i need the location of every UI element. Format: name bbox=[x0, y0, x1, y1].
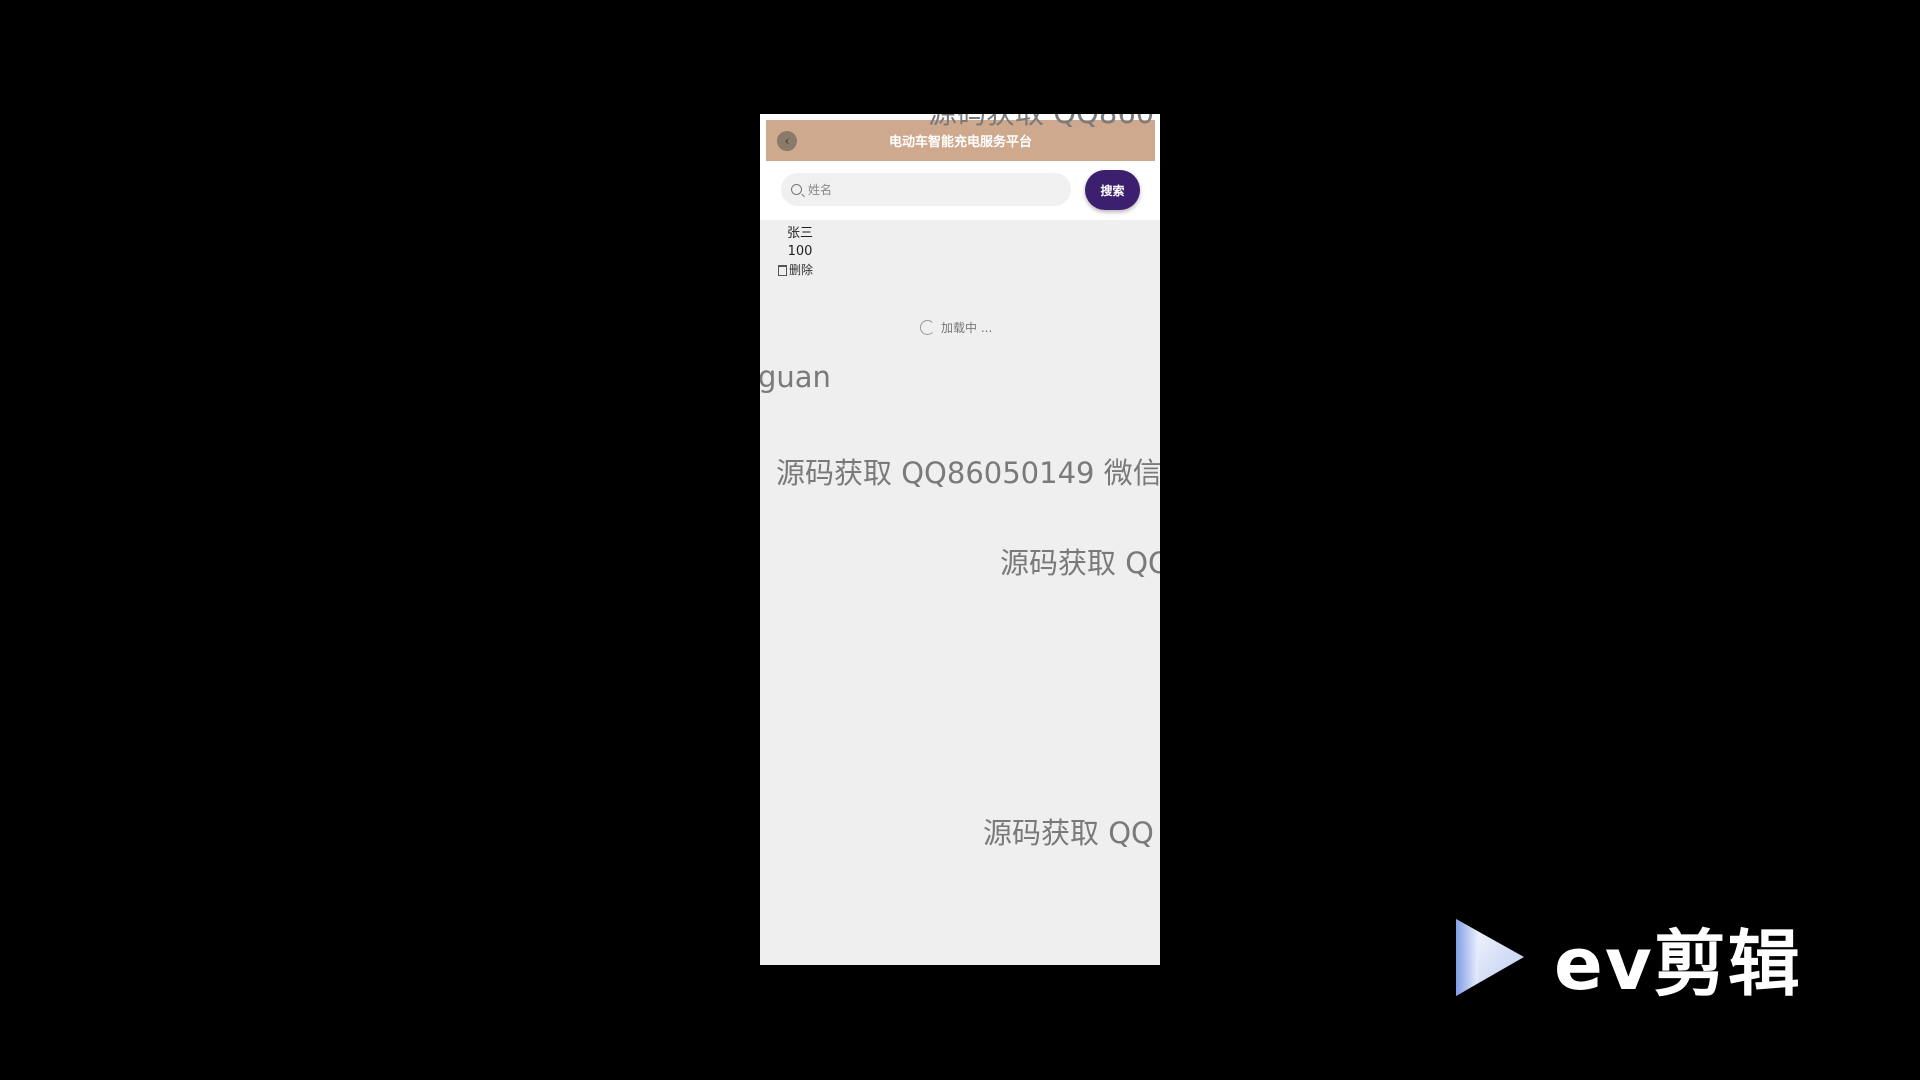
spinner-icon bbox=[920, 320, 935, 335]
search-button[interactable]: 搜索 bbox=[1085, 170, 1140, 210]
delete-label: 删除 bbox=[789, 263, 814, 277]
search-icon bbox=[791, 184, 802, 195]
record-name: 张三 bbox=[786, 226, 813, 241]
ev-logo: ev剪辑 bbox=[1450, 905, 1802, 1010]
play-logo-icon bbox=[1456, 919, 1524, 996]
back-icon[interactable]: ‹ bbox=[777, 131, 797, 151]
screen: ‹ 电动车智能充电服务平台 姓名 搜索 张三 100 删除 加载中 ... 源码… bbox=[0, 0, 1920, 1080]
logo-text: ev剪辑 bbox=[1554, 922, 1802, 1006]
delete-button[interactable]: 删除 bbox=[778, 261, 822, 279]
loading-indicator: 加载中 ... bbox=[920, 319, 992, 336]
trash-icon bbox=[778, 264, 787, 276]
record-value: 100 bbox=[787, 244, 813, 259]
search-bar: 姓名 搜索 bbox=[760, 162, 1160, 220]
loading-text: 加载中 ... bbox=[941, 321, 993, 335]
nav-bar: ‹ 电动车智能充电服务平台 bbox=[766, 120, 1155, 161]
phone-app: ‹ 电动车智能充电服务平台 姓名 搜索 张三 100 删除 加载中 ... bbox=[760, 114, 1160, 965]
list-item: 张三 100 删除 bbox=[778, 225, 822, 279]
search-input[interactable]: 姓名 bbox=[781, 173, 1071, 206]
page-title: 电动车智能充电服务平台 bbox=[888, 135, 1032, 150]
search-placeholder: 姓名 bbox=[808, 183, 833, 197]
